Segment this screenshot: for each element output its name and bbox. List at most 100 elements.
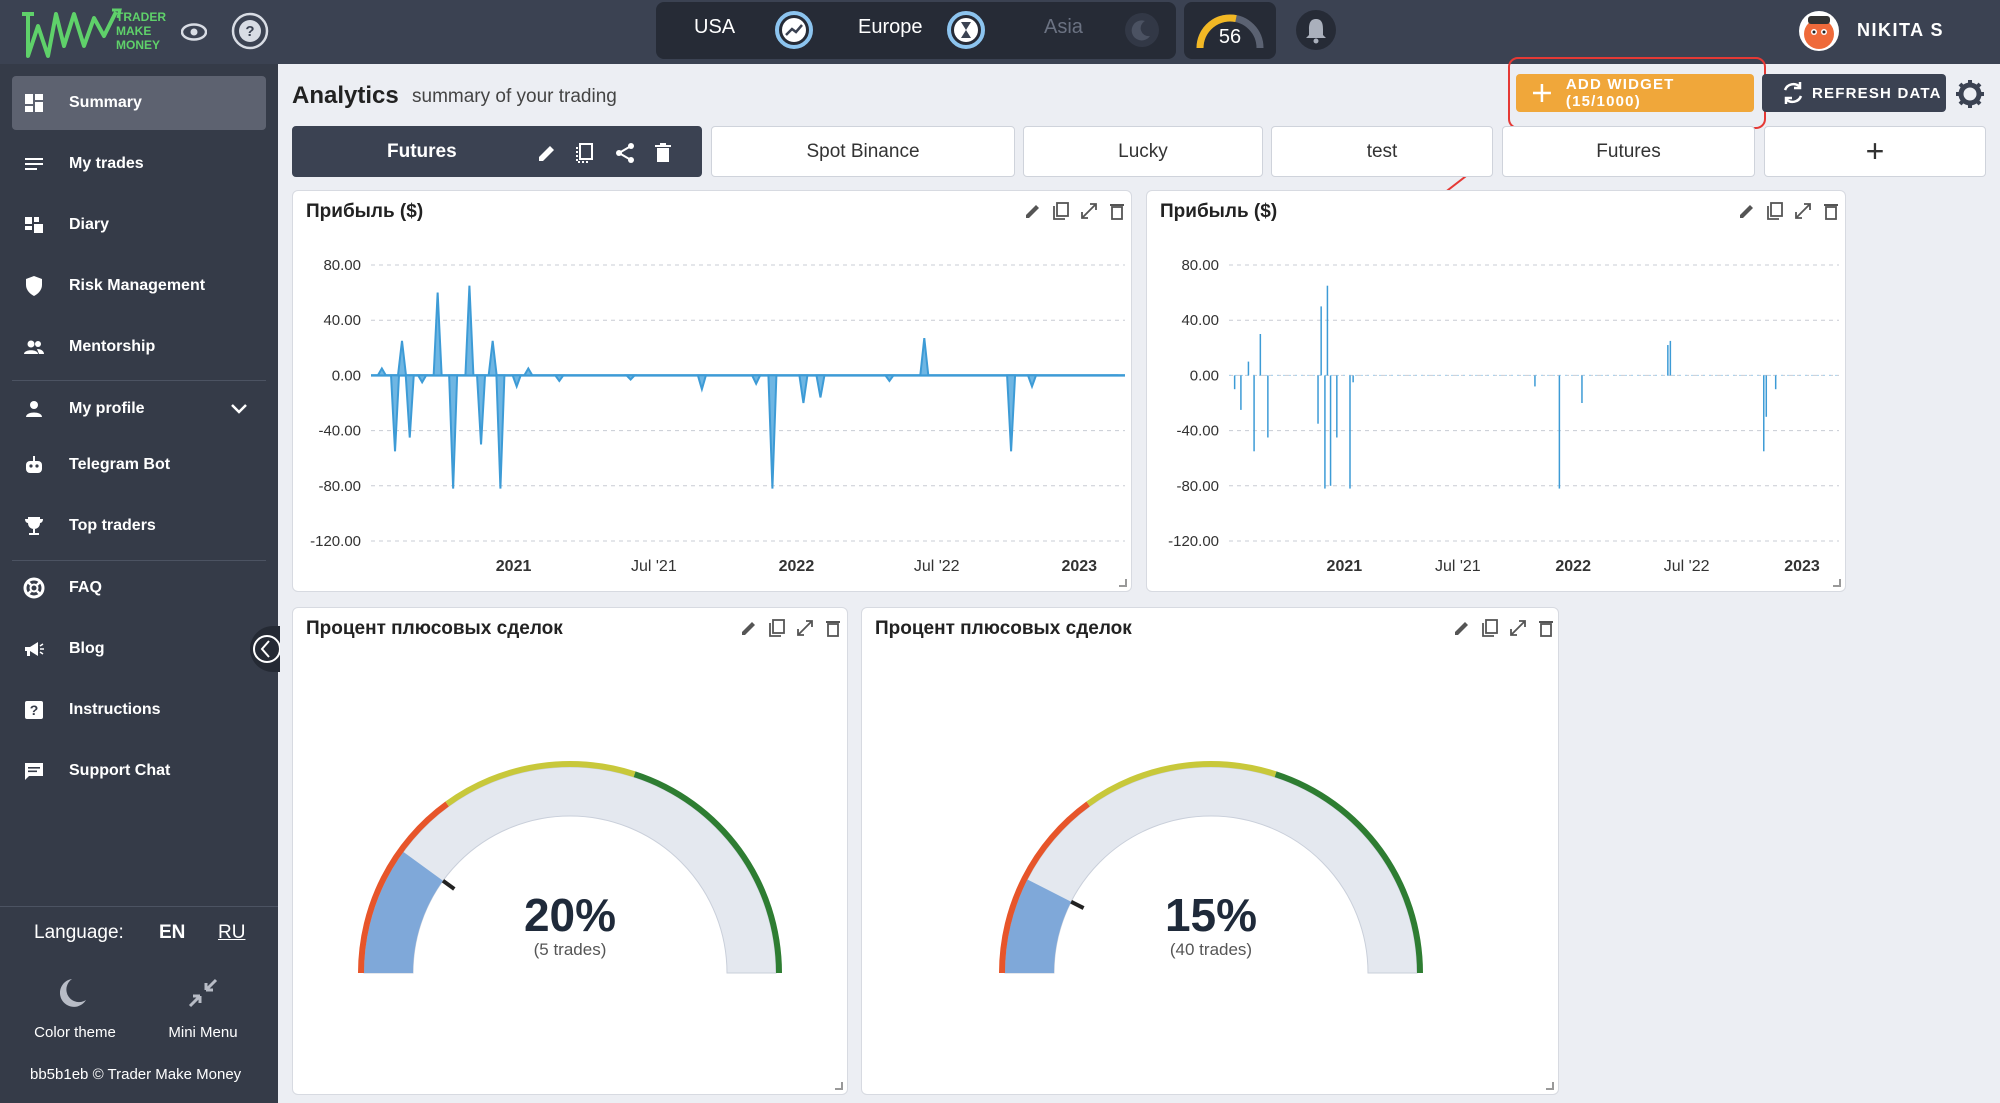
profit-chart-widget-1[interactable]: Прибыль ($) 80.00 40.00 0.00 -40.00 -80.00 -1… bbox=[292, 190, 1132, 592]
refresh-data-label: REFRESH DATA bbox=[1812, 84, 1942, 102]
series-spike bbox=[432, 292, 443, 377]
share-icon[interactable] bbox=[613, 141, 637, 165]
tab-label: Futures bbox=[1596, 140, 1661, 162]
winrate-gauge-widget-1[interactable]: Процент плюсовых сделок 20% (5 trades) bbox=[292, 607, 848, 1095]
moon-icon bbox=[60, 979, 86, 1007]
y-tick-label: 40.00 bbox=[1181, 312, 1219, 329]
resize-handle[interactable] bbox=[1833, 579, 1841, 587]
logo-text: TRADER MAKE MONEY bbox=[116, 10, 166, 52]
y-tick-label: 0.00 bbox=[1190, 367, 1219, 384]
list-icon bbox=[25, 158, 43, 170]
divider bbox=[12, 380, 266, 381]
help-icon[interactable]: ? bbox=[230, 11, 270, 51]
y-tick-label: -80.00 bbox=[1176, 478, 1219, 495]
market-usa[interactable]: USA bbox=[694, 16, 735, 39]
winrate-gauge-widget-2[interactable]: Процент плюсовых сделок 15% (40 trades) bbox=[861, 607, 1559, 1095]
group-icon bbox=[24, 340, 44, 354]
person-icon bbox=[26, 401, 42, 417]
market-asia[interactable]: Asia bbox=[1044, 16, 1083, 39]
sidebar-item-label: My trades bbox=[69, 155, 144, 172]
sidebar-item-label: Support Chat bbox=[69, 762, 171, 779]
trophy-icon bbox=[25, 517, 43, 535]
refresh-data-button[interactable]: REFRESH DATA bbox=[1762, 74, 1946, 112]
copy-icon[interactable] bbox=[573, 141, 597, 165]
lang-ru-link[interactable]: RU bbox=[218, 922, 245, 944]
color-theme-button[interactable]: Color theme bbox=[10, 976, 140, 1041]
series-spike bbox=[448, 374, 459, 489]
avatar[interactable] bbox=[1798, 10, 1840, 52]
series-spike bbox=[511, 374, 523, 390]
gauge-value: 20% bbox=[523, 889, 617, 941]
profit-bar-chart: 80.00 40.00 0.00 -40.00 -80.00 -120.00 2021 Jul… bbox=[1168, 257, 1839, 575]
sidebar-collapse-button[interactable] bbox=[250, 626, 281, 672]
sidebar-item-my-trades[interactable]: My trades bbox=[12, 137, 266, 191]
sidebar-item-mentorship[interactable]: Mentorship bbox=[12, 320, 266, 374]
sidebar-item-support-chat[interactable]: Support Chat bbox=[12, 744, 266, 798]
robot-icon bbox=[26, 456, 42, 473]
trash-icon[interactable] bbox=[651, 141, 675, 165]
series-spike bbox=[919, 338, 930, 377]
page-title: Analytics bbox=[292, 82, 399, 109]
sidebar-item-my-profile[interactable]: My profile bbox=[12, 382, 266, 436]
edit-icon[interactable] bbox=[535, 141, 559, 165]
megaphone-icon bbox=[25, 642, 44, 656]
lang-en-link[interactable]: EN bbox=[159, 922, 185, 944]
chevron-down-icon[interactable] bbox=[228, 398, 250, 420]
language-label: Language: bbox=[34, 922, 124, 943]
sidebar-item-diary[interactable]: Diary bbox=[12, 198, 266, 252]
sidebar-item-instructions[interactable]: ? Instructions bbox=[12, 683, 266, 737]
market-sessions: USA Europe Asia bbox=[656, 2, 1176, 59]
tab-add-label: + bbox=[1865, 133, 1885, 169]
tab-futures-active[interactable]: Futures bbox=[292, 126, 702, 177]
profit-chart-widget-2[interactable]: Прибыль ($) 80.00 40.00 0.00 -40.00 -80.00 -1… bbox=[1146, 190, 1846, 592]
notifications-bell-icon[interactable] bbox=[1296, 10, 1336, 50]
mini-menu-button[interactable]: Mini Menu bbox=[138, 976, 268, 1041]
page-subtitle: summary of your trading bbox=[412, 86, 617, 107]
chat-icon bbox=[25, 763, 43, 780]
logo-line: MAKE bbox=[116, 24, 152, 38]
series-spike bbox=[487, 340, 498, 377]
tab-spot-binance[interactable]: Spot Binance bbox=[711, 126, 1015, 177]
sidebar-item-telegram-bot[interactable]: Telegram Bot bbox=[12, 438, 266, 492]
user-name[interactable]: NIKITA S bbox=[1857, 20, 1944, 41]
series-spike bbox=[522, 366, 535, 377]
resize-handle[interactable] bbox=[1546, 1082, 1554, 1090]
market-europe[interactable]: Europe bbox=[858, 16, 923, 39]
gear-icon[interactable] bbox=[1954, 78, 1986, 110]
score-gauge[interactable]: 56 bbox=[1184, 2, 1276, 59]
gauge-value: 15% bbox=[1164, 889, 1258, 941]
sidebar-item-blog[interactable]: Blog bbox=[12, 622, 266, 676]
tab-add-button[interactable]: + bbox=[1764, 126, 1986, 177]
add-widget-button[interactable]: ADD WIDGET (15/1000) bbox=[1516, 74, 1754, 112]
lifebuoy-icon bbox=[23, 577, 45, 599]
tab-lucky[interactable]: Lucky bbox=[1023, 126, 1263, 177]
eye-icon[interactable] bbox=[180, 18, 208, 46]
x-tick-label: 2023 bbox=[1061, 558, 1097, 575]
resize-handle[interactable] bbox=[835, 1082, 843, 1090]
diary-icon bbox=[25, 217, 43, 233]
resize-handle[interactable] bbox=[1119, 579, 1127, 587]
x-tick-label: 2022 bbox=[1555, 558, 1591, 575]
tab-futures-2[interactable]: Futures bbox=[1502, 126, 1755, 177]
series-spike bbox=[624, 374, 637, 381]
y-tick-label: -120.00 bbox=[1168, 533, 1219, 550]
winrate-gauge bbox=[999, 761, 1423, 974]
sidebar-item-summary[interactable]: Summary bbox=[12, 76, 266, 130]
sidebar-item-faq[interactable]: FAQ bbox=[12, 561, 266, 615]
x-tick-label: 2023 bbox=[1784, 558, 1820, 575]
sidebar-item-label: Telegram Bot bbox=[69, 456, 171, 473]
sidebar-item-risk-management[interactable]: Risk Management bbox=[12, 259, 266, 313]
color-theme-label: Color theme bbox=[34, 1024, 116, 1041]
series-spike bbox=[495, 374, 506, 489]
series-spike bbox=[883, 374, 896, 383]
sidebar-item-top-traders[interactable]: Top traders bbox=[12, 499, 266, 553]
minimize-arrows-icon bbox=[188, 978, 218, 1008]
sidebar-item-label: My profile bbox=[69, 400, 145, 417]
tab-test[interactable]: test bbox=[1271, 126, 1493, 177]
profit-area-chart: 80.00 40.00 0.00 -40.00 -80.00 -120.00 2021 Jul… bbox=[310, 257, 1125, 575]
sidebar-item-label: Top traders bbox=[69, 517, 156, 534]
add-widget-label: ADD WIDGET (15/1000) bbox=[1565, 76, 1675, 110]
series-spike bbox=[416, 374, 428, 385]
x-tick-label: 2021 bbox=[1327, 558, 1363, 575]
logo-line: MONEY bbox=[116, 38, 161, 52]
